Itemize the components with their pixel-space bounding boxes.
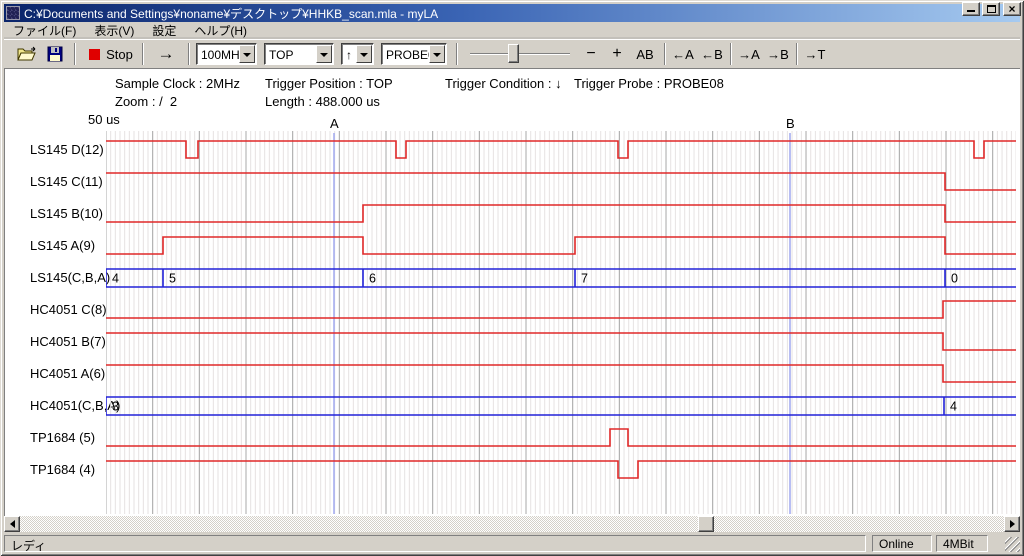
channel-label[interactable]: HC4051 B(7) bbox=[30, 334, 106, 349]
app-window: C:¥Documents and Settings¥noname¥デスクトップ¥… bbox=[0, 0, 1024, 556]
menu-settings[interactable]: 設定 bbox=[143, 21, 185, 40]
channel-label[interactable]: HC4051 A(6) bbox=[30, 366, 105, 381]
goto-trigger-button[interactable]: →T bbox=[801, 43, 829, 65]
signal-trace bbox=[106, 333, 1016, 350]
trigger-condition-info: Trigger Condition : ↓ bbox=[445, 76, 562, 91]
channel-label[interactable]: LS145 C(11) bbox=[30, 174, 103, 189]
dropdown-arrow-icon[interactable] bbox=[316, 45, 332, 63]
grid-minor-lines bbox=[106, 131, 1016, 514]
maximize-icon bbox=[987, 5, 996, 13]
length-info: Length : 488.000 us bbox=[265, 94, 380, 109]
open-file-button[interactable] bbox=[14, 43, 40, 65]
channel-label[interactable]: LS145 D(12) bbox=[30, 142, 104, 157]
bus-value-label: 6 bbox=[369, 272, 376, 286]
bus-trace bbox=[106, 269, 1016, 287]
signal-trace bbox=[106, 429, 1016, 446]
dropdown-arrow-icon[interactable] bbox=[356, 45, 372, 63]
toolbar-separator bbox=[142, 43, 144, 65]
bus-value-label: 7 bbox=[581, 272, 588, 286]
memory-size-badge: 4MBit bbox=[936, 535, 988, 552]
save-floppy-icon bbox=[47, 46, 63, 62]
stop-icon bbox=[89, 49, 100, 60]
statusbar: レディ Online 4MBit bbox=[4, 534, 1020, 552]
toolbar-separator bbox=[664, 43, 666, 65]
channel-label[interactable]: LS145(C,B,A) bbox=[30, 270, 110, 285]
app-icon bbox=[6, 6, 20, 20]
sample-clock-info: Sample Clock : 2MHz bbox=[115, 76, 240, 91]
signal-trace bbox=[106, 461, 1016, 478]
dropdown-arrow-icon[interactable] bbox=[239, 45, 255, 63]
zoom-slider[interactable] bbox=[470, 53, 570, 55]
channel-label[interactable]: LS145 B(10) bbox=[30, 206, 103, 221]
bus-value-label: 3 bbox=[112, 400, 119, 414]
horizontal-scrollbar[interactable] bbox=[4, 516, 1020, 532]
marker-label-a: A bbox=[330, 116, 339, 131]
minimize-icon bbox=[967, 4, 975, 12]
zoom-slider-thumb[interactable] bbox=[508, 44, 519, 63]
marker-a-right-button[interactable]: →A bbox=[735, 43, 763, 65]
marker-a-left-button[interactable]: ←A bbox=[669, 43, 697, 65]
trigger-edge-select[interactable]: ↑ bbox=[341, 43, 374, 65]
marker-label-b: B bbox=[786, 116, 795, 131]
open-folder-icon bbox=[17, 46, 37, 62]
signal-trace bbox=[106, 205, 1016, 222]
ab-span-button[interactable]: AB bbox=[631, 43, 659, 65]
zoom-out-button[interactable]: − bbox=[579, 43, 603, 65]
toolbar-separator bbox=[730, 43, 732, 65]
marker-b-right-button[interactable]: →B bbox=[764, 43, 792, 65]
channel-label[interactable]: TP1684 (5) bbox=[30, 430, 95, 445]
channel-label[interactable]: HC4051 C(8) bbox=[30, 302, 107, 317]
scroll-left-icon bbox=[6, 520, 15, 528]
trigger-position-info: Trigger Position : TOP bbox=[265, 76, 393, 91]
toolbar: Stop → 100MHz TOP ↑ PROBE00 − + AB bbox=[4, 39, 1020, 68]
channel-label[interactable]: LS145 A(9) bbox=[30, 238, 95, 253]
menu-help[interactable]: ヘルプ(H) bbox=[185, 21, 256, 40]
scroll-right-button[interactable] bbox=[1004, 516, 1020, 532]
maximize-button[interactable] bbox=[982, 2, 1000, 16]
signal-trace bbox=[106, 141, 1016, 158]
scroll-right-icon bbox=[1010, 520, 1019, 528]
sample-clock-select[interactable]: 100MHz bbox=[196, 43, 257, 65]
marker-b-left-button[interactable]: ←B bbox=[698, 43, 726, 65]
trigger-position-select[interactable]: TOP bbox=[264, 43, 334, 65]
trigger-probe-select[interactable]: PROBE00 bbox=[381, 43, 447, 65]
stop-button[interactable]: Stop bbox=[84, 43, 138, 65]
window-title: C:¥Documents and Settings¥noname¥デスクトップ¥… bbox=[24, 5, 438, 22]
scroll-left-button[interactable] bbox=[4, 516, 20, 532]
signal-trace bbox=[106, 173, 1016, 190]
status-message: レディ bbox=[4, 535, 866, 552]
toolbar-separator bbox=[74, 43, 76, 65]
minimize-button[interactable] bbox=[962, 2, 980, 16]
signal-trace bbox=[106, 301, 1016, 318]
bus-value-label: 4 bbox=[112, 272, 119, 286]
run-arrow-icon: → bbox=[158, 44, 175, 64]
zoom-in-button[interactable]: + bbox=[605, 43, 629, 65]
toolbar-separator bbox=[796, 43, 798, 65]
menubar: ファイル(F) 表示(V) 設定 ヘルプ(H) bbox=[4, 22, 1020, 39]
close-icon: × bbox=[1008, 4, 1015, 14]
bus-value-label: 5 bbox=[169, 272, 176, 286]
online-status-badge: Online bbox=[872, 535, 932, 552]
menu-view[interactable]: 表示(V) bbox=[85, 21, 143, 40]
scrollbar-thumb[interactable] bbox=[698, 516, 714, 532]
bus-value-label: 4 bbox=[950, 400, 957, 414]
save-file-button[interactable] bbox=[42, 43, 68, 65]
menu-file[interactable]: ファイル(F) bbox=[4, 21, 85, 40]
close-button[interactable]: × bbox=[1003, 2, 1021, 16]
signal-trace bbox=[106, 237, 1016, 254]
bus-trace bbox=[106, 397, 1016, 415]
toolbar-separator bbox=[456, 43, 458, 65]
titlebar[interactable]: C:¥Documents and Settings¥noname¥デスクトップ¥… bbox=[4, 4, 1020, 22]
channel-label[interactable]: TP1684 (4) bbox=[30, 462, 95, 477]
zoom-info: Zoom : / 2 bbox=[115, 94, 177, 109]
resize-grip-icon[interactable] bbox=[1005, 537, 1020, 552]
signal-trace bbox=[106, 365, 1016, 382]
run-button[interactable]: → bbox=[148, 43, 184, 65]
trigger-probe-info: Trigger Probe : PROBE08 bbox=[574, 76, 724, 91]
bus-value-label: 0 bbox=[951, 272, 958, 286]
waveform-plot[interactable]: A B 4 5 6 7 0 3 4 bbox=[106, 112, 1016, 515]
dropdown-arrow-icon[interactable] bbox=[429, 45, 445, 63]
toolbar-separator bbox=[188, 43, 190, 65]
